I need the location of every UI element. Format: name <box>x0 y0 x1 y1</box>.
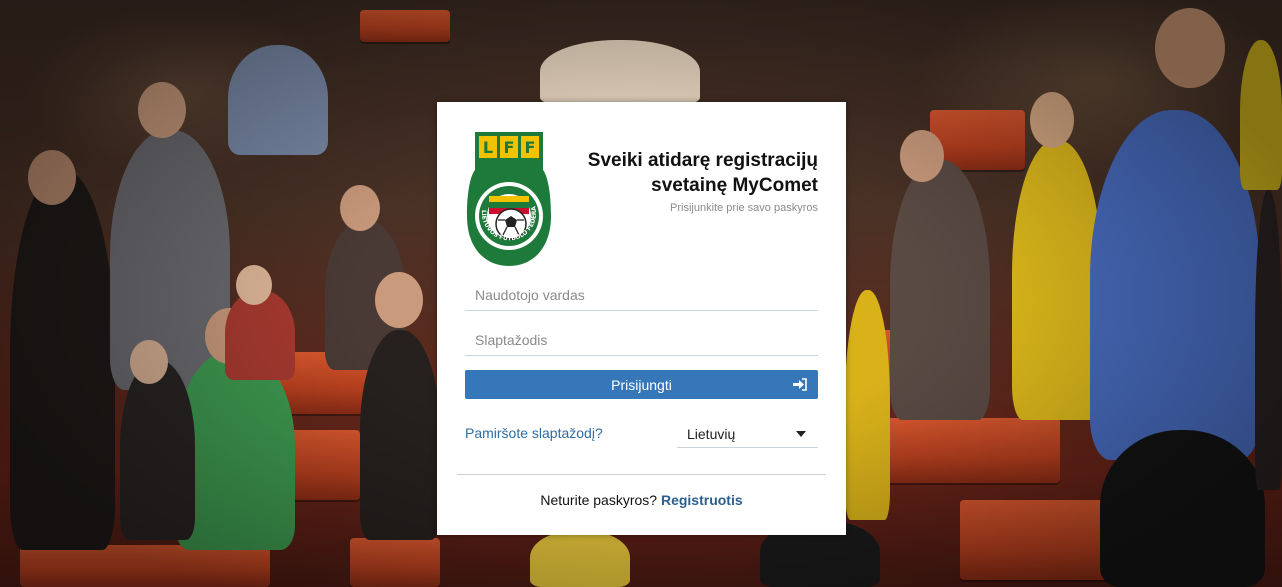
lff-logo-icon: L F F LIETUVOS FUTBOLO FEDERACIJA <box>465 130 551 266</box>
username-input[interactable] <box>465 280 818 311</box>
sign-in-icon <box>793 378 807 391</box>
forgot-password-link[interactable]: Pamiršote slaptažodį? <box>465 425 603 441</box>
language-selected-value: Lietuvių <box>687 426 736 442</box>
divider <box>457 474 826 475</box>
svg-text:L: L <box>483 138 493 157</box>
page-subtitle: Prisijunkite prie savo paskyros <box>670 202 818 214</box>
register-link[interactable]: Registruotis <box>661 492 743 508</box>
no-account-text: Neturite paskyros? <box>540 492 661 508</box>
language-select[interactable]: Lietuvių <box>677 420 818 448</box>
signup-prompt: Neturite paskyros? Registruotis <box>437 492 846 508</box>
chevron-down-icon <box>796 431 806 437</box>
svg-text:F: F <box>504 138 515 157</box>
login-button[interactable]: Prisijungti <box>465 370 818 399</box>
password-input[interactable] <box>465 325 818 356</box>
login-button-label: Prisijungti <box>611 376 672 393</box>
page-title: Sveiki atidarę registracijų svetainę MyC… <box>587 150 818 196</box>
login-card: L F F LIETUVOS FUTBOLO FEDERACIJA <box>437 102 846 535</box>
welcome-heading: Sveiki atidarę registracijų svetainę MyC… <box>548 148 818 214</box>
login-page: L F F LIETUVOS FUTBOLO FEDERACIJA <box>0 0 1282 587</box>
svg-text:F: F <box>525 138 536 157</box>
